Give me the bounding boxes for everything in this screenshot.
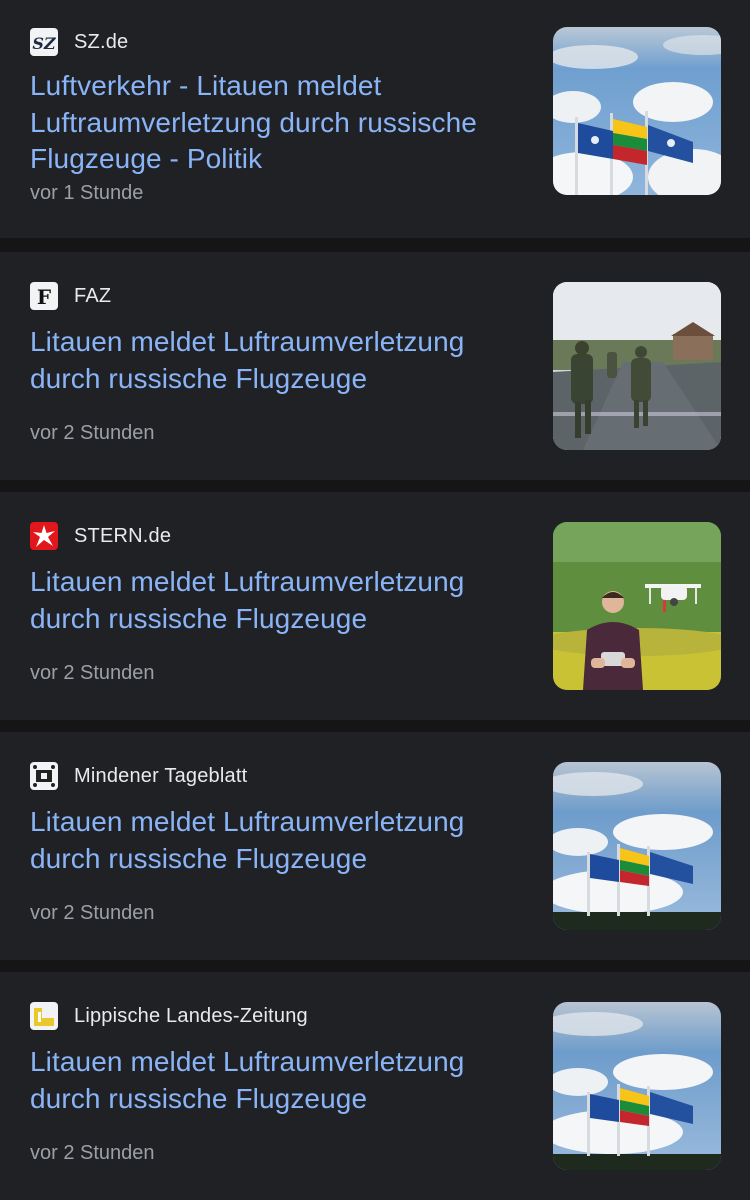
article-thumbnail[interactable] <box>553 282 721 450</box>
article-timestamp: vor 2 Stunden <box>30 1142 155 1164</box>
flags-image <box>553 1002 721 1170</box>
news-feed: SZ SZ.de Luftverkehr - Litauen meldet Lu… <box>0 0 750 1200</box>
source-row: F FAZ <box>30 281 111 311</box>
article-thumbnail[interactable] <box>553 1002 721 1170</box>
mt-logo-icon <box>30 762 58 790</box>
stern-logo-icon <box>30 522 58 550</box>
article-headline[interactable]: Luftverkehr - Litauen meldet Luftraumver… <box>30 68 520 178</box>
source-name: STERN.de <box>74 524 172 547</box>
source-row: STERN.de <box>30 521 171 551</box>
news-card[interactable]: Mindener Tageblatt Litauen meldet Luftra… <box>0 732 750 960</box>
article-headline[interactable]: Litauen meldet Luftraumverletzung durch … <box>30 804 520 877</box>
article-thumbnail[interactable] <box>553 762 721 930</box>
article-timestamp: vor 2 Stunden <box>30 422 155 444</box>
article-thumbnail[interactable] <box>553 522 721 690</box>
drone-image <box>553 522 721 690</box>
faz-logo-icon: F <box>30 282 58 310</box>
news-card[interactable]: Lippische Landes-Zeitung Litauen meldet … <box>0 972 750 1200</box>
flags-image <box>553 762 721 930</box>
article-headline[interactable]: Litauen meldet Luftraumverletzung durch … <box>30 324 520 397</box>
source-name: Mindener Tageblatt <box>74 764 248 787</box>
flags-image <box>553 27 721 195</box>
source-name: SZ.de <box>74 30 129 53</box>
article-timestamp: vor 2 Stunden <box>30 662 155 684</box>
article-headline[interactable]: Litauen meldet Luftraumverletzung durch … <box>30 1044 520 1117</box>
sz-logo-icon: SZ <box>30 28 58 56</box>
news-card[interactable]: F FAZ Litauen meldet Luftraumverletzung … <box>0 252 750 480</box>
article-timestamp: vor 2 Stunden <box>30 902 155 924</box>
source-row: Lippische Landes-Zeitung <box>30 1001 308 1031</box>
news-card[interactable]: STERN.de Litauen meldet Luftraumverletzu… <box>0 492 750 720</box>
source-row: SZ SZ.de <box>30 27 128 57</box>
source-name: Lippische Landes-Zeitung <box>74 1004 308 1027</box>
article-headline[interactable]: Litauen meldet Luftraumverletzung durch … <box>30 564 520 637</box>
lz-logo-icon <box>30 1002 58 1030</box>
news-card[interactable]: SZ SZ.de Luftverkehr - Litauen meldet Lu… <box>0 0 750 238</box>
svg-text:SZ: SZ <box>32 34 57 53</box>
article-thumbnail[interactable] <box>553 27 721 195</box>
soldiers-image <box>553 282 721 450</box>
source-row: Mindener Tageblatt <box>30 761 247 791</box>
article-timestamp: vor 1 Stunde <box>30 182 144 204</box>
source-name: FAZ <box>74 284 112 307</box>
svg-text:F: F <box>37 285 51 309</box>
